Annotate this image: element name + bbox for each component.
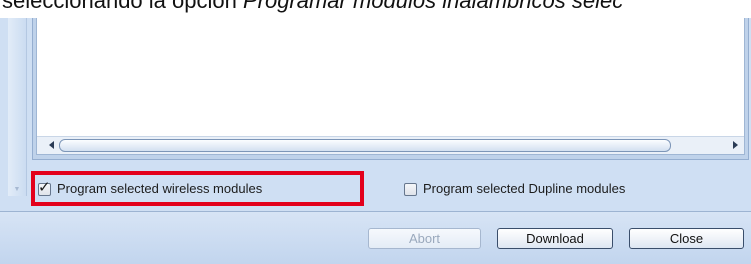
vertical-scrollbar[interactable]: ▼ (8, 18, 27, 196)
document-text-prefix: seleccionando la opción (2, 0, 243, 13)
dialog-footer: Abort Download Close (0, 212, 751, 264)
close-button[interactable]: Close (629, 228, 744, 249)
horizontal-scrollbar[interactable] (37, 136, 744, 154)
module-list[interactable] (36, 18, 745, 155)
document-sentence: seleccionando la opción Programar módulo… (2, 0, 623, 14)
scroll-left-arrow-icon[interactable] (49, 141, 54, 149)
download-button[interactable]: Download (497, 228, 613, 249)
scroll-down-arrow-icon[interactable]: ▼ (12, 186, 22, 194)
dupline-modules-checkbox[interactable] (404, 182, 417, 196)
dupline-modules-option[interactable]: Program selected Dupline modules (400, 179, 625, 199)
module-list-frame (32, 18, 749, 160)
dupline-modules-label: Program selected Dupline modules (423, 181, 626, 196)
programming-dialog: ▼ ✓ Program selected wireless modules Pr… (0, 18, 751, 264)
horizontal-scroll-thumb[interactable] (59, 139, 671, 152)
scroll-right-arrow-icon[interactable] (733, 141, 738, 149)
document-text-italic: Programar módulos inalámbricos selec (242, 0, 624, 13)
highlight-box (31, 171, 364, 206)
abort-button[interactable]: Abort (368, 228, 481, 249)
document-text-line: seleccionando la opción Programar módulo… (0, 0, 751, 18)
